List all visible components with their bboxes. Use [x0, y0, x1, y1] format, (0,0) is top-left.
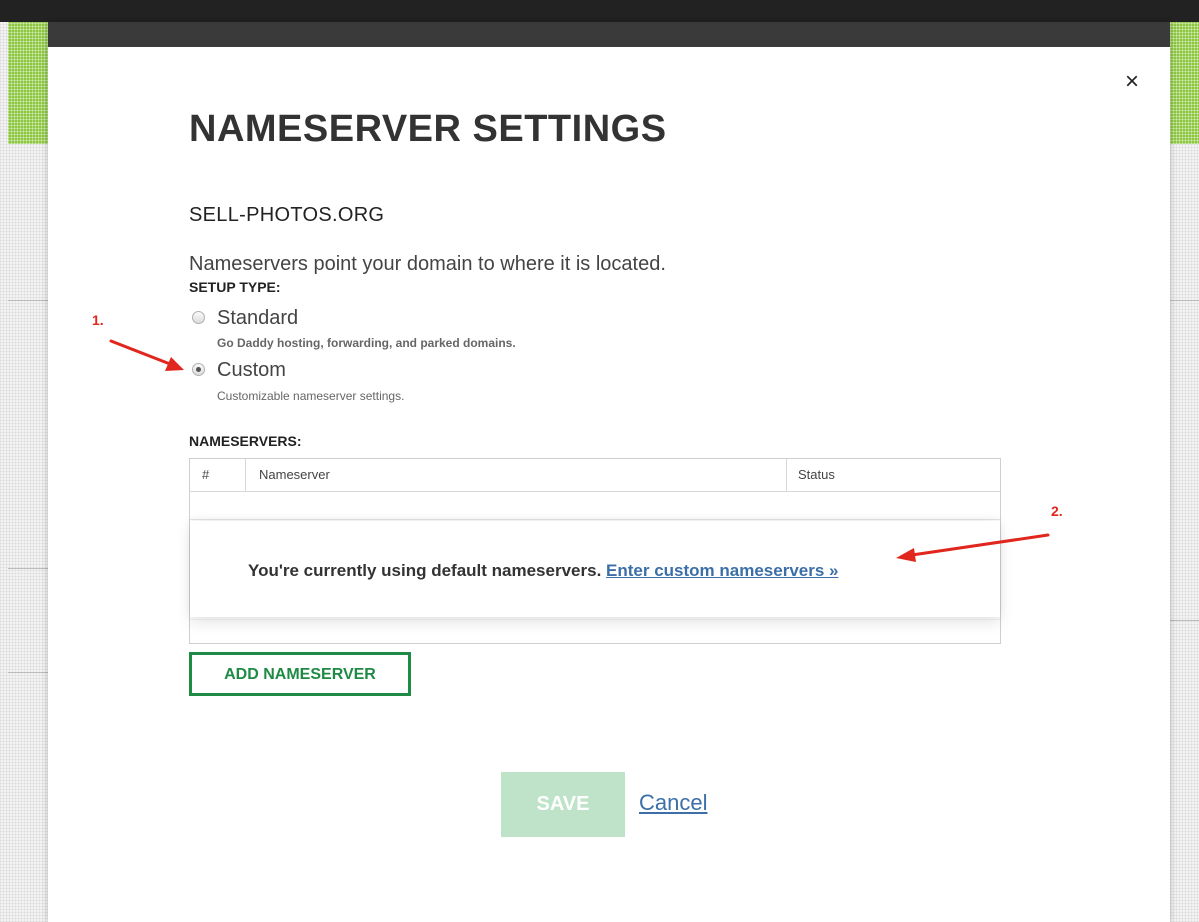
- nameservers-label: NAMESERVERS:: [189, 433, 302, 449]
- background-divider: [8, 568, 48, 569]
- nameserver-settings-dialog: × NAMESERVER SETTINGS SELL-PHOTOS.ORG Na…: [48, 22, 1170, 922]
- domain-name: SELL-PHOTOS.ORG: [189, 204, 385, 226]
- radio-custom-description: Customizable nameserver settings.: [217, 389, 405, 403]
- background-header-bar: [0, 0, 1199, 22]
- column-header-number: #: [202, 467, 210, 482]
- enter-custom-nameservers-link[interactable]: Enter custom nameservers »: [606, 561, 838, 580]
- radio-standard-description: Go Daddy hosting, forwarding, and parked…: [217, 336, 516, 350]
- background-divider: [8, 672, 48, 673]
- column-separator: [786, 459, 787, 491]
- table-header: # Nameserver Status: [190, 459, 1000, 492]
- radio-custom[interactable]: [192, 363, 205, 376]
- add-nameserver-button[interactable]: ADD NAMESERVER: [189, 652, 411, 696]
- save-button[interactable]: SAVE: [501, 772, 625, 837]
- notice-text-wrapper: You're currently using default nameserve…: [248, 561, 838, 581]
- column-header-status: Status: [798, 467, 835, 482]
- radio-standard-label[interactable]: Standard: [217, 307, 298, 330]
- default-nameservers-notice: You're currently using default nameserve…: [190, 521, 1000, 617]
- background-divider: [1170, 620, 1199, 621]
- background-green-band-left: [8, 22, 48, 144]
- column-separator: [245, 459, 246, 491]
- annotation-step-2: 2.: [1051, 503, 1063, 519]
- nameserver-description: Nameservers point your domain to where i…: [189, 253, 666, 275]
- background-green-band-right: [1170, 22, 1199, 144]
- setup-type-label: SETUP TYPE:: [189, 279, 281, 295]
- table-row-divider: [190, 619, 1000, 620]
- close-icon[interactable]: ×: [1120, 70, 1144, 94]
- column-header-nameserver: Nameserver: [259, 467, 330, 482]
- background-divider: [1170, 300, 1199, 301]
- cancel-link[interactable]: Cancel: [639, 790, 707, 816]
- background-divider: [8, 300, 48, 301]
- dialog-top-bar: [48, 22, 1170, 47]
- radio-custom-label[interactable]: Custom: [217, 359, 286, 382]
- default-nameservers-message: You're currently using default nameserve…: [248, 561, 602, 580]
- annotation-step-1: 1.: [92, 312, 104, 328]
- radio-standard[interactable]: [192, 311, 205, 324]
- nameservers-table: # Nameserver Status You're currently usi…: [189, 458, 1001, 644]
- table-row-divider: [190, 519, 1000, 520]
- dialog-title: NAMESERVER SETTINGS: [189, 108, 667, 150]
